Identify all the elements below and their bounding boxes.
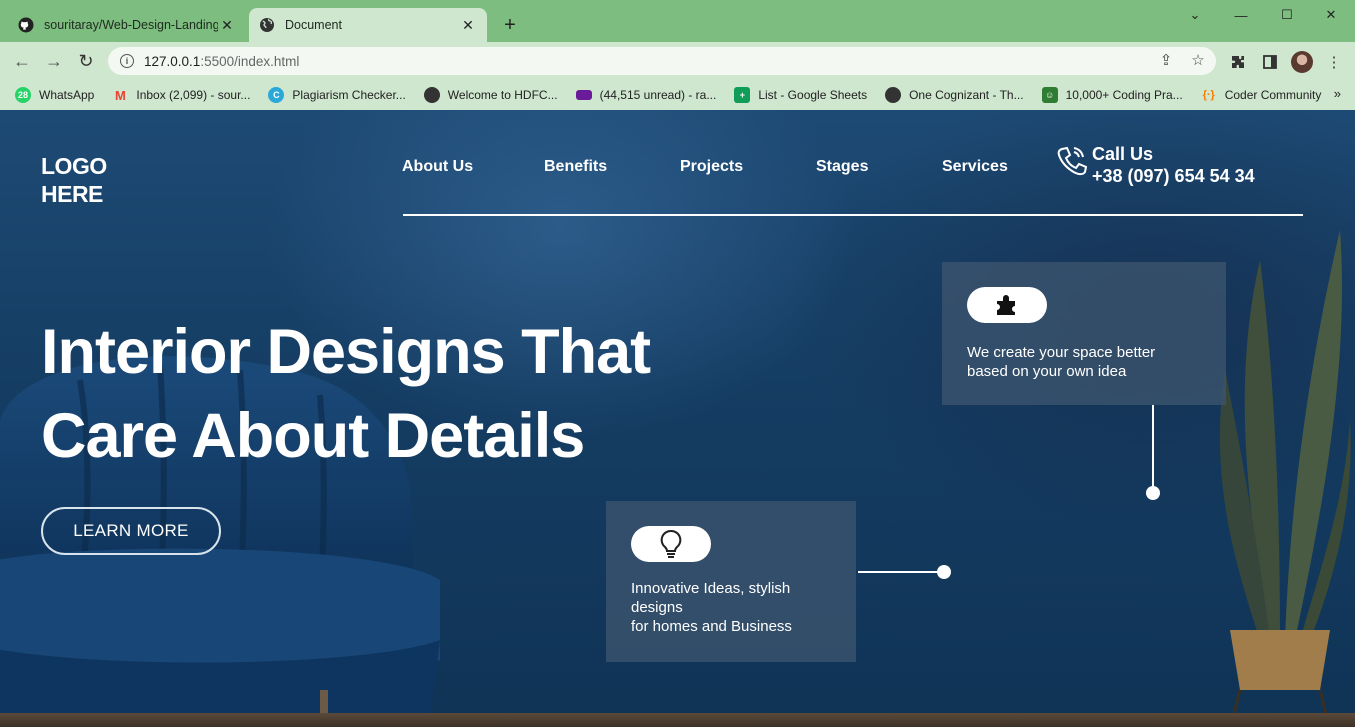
hero-title-line-1: Interior Designs That [41, 317, 651, 387]
puzzle-icon [967, 287, 1047, 323]
tab-document[interactable]: Document ✕ [249, 8, 487, 42]
bookmark-cognizant[interactable]: One Cognizant - Th... [885, 87, 1024, 103]
logo-line-1: LOGO [41, 153, 107, 179]
card-text-line: based on your own idea [967, 363, 1127, 380]
whatsapp-icon: 28 [15, 87, 31, 103]
tab-github[interactable]: souritaray/Web-Design-Landing- ✕ [8, 8, 246, 42]
side-panel-icon[interactable] [1259, 51, 1281, 73]
card-text-line: Innovative Ideas, stylish [631, 580, 791, 597]
hero-section: LOGO HERE About Us Benefits Projects Sta… [0, 110, 1355, 727]
bookmark-hdfc[interactable]: Welcome to HDFC... [423, 87, 558, 103]
logo-line-2: HERE [41, 181, 103, 207]
reload-icon[interactable]: ↻ [74, 49, 98, 73]
learn-more-button[interactable]: LEARN MORE [41, 507, 221, 555]
connector-dot [1146, 486, 1160, 500]
main-nav: About Us Benefits Projects Stages Servic… [402, 158, 1032, 176]
address-bar[interactable]: i 127.0.0.1:5500/index.html [108, 47, 1216, 75]
site-info-icon[interactable]: i [120, 54, 134, 68]
close-icon[interactable]: ✕ [218, 16, 236, 34]
new-tab-button[interactable]: + [498, 14, 522, 38]
menu-icon[interactable]: ⋮ [1323, 51, 1345, 73]
bookmark-label: 10,000+ Coding Pra... [1065, 88, 1183, 102]
lightbulb-icon [631, 526, 711, 562]
share-icon[interactable]: ⇪ [1155, 49, 1177, 71]
nav-services[interactable]: Services [942, 158, 1032, 176]
minimize-icon[interactable]: — [1218, 4, 1264, 26]
nav-projects[interactable]: Projects [680, 158, 816, 176]
bookmark-coding[interactable]: ☺ 10,000+ Coding Pra... [1041, 87, 1183, 103]
card-text: We create your space better based on you… [967, 343, 1207, 381]
connector-line-vertical [1152, 405, 1154, 493]
card-text: Innovative Ideas, stylish designs for ho… [631, 579, 831, 636]
bookmark-label: (44,515 unread) - ra... [599, 88, 717, 102]
bookmark-label: Plagiarism Checker... [292, 88, 406, 102]
browser-toolbar: ← → ↻ i 127.0.0.1:5500/index.html ⇪ ☆ ⋮ [0, 42, 1355, 80]
bookmark-sheets[interactable]: + List - Google Sheets [734, 87, 867, 103]
phone-icon [1057, 146, 1088, 176]
bookmark-star-icon[interactable]: ☆ [1187, 49, 1209, 71]
globe-icon [885, 87, 902, 103]
close-icon[interactable]: ✕ [459, 16, 477, 34]
bookmark-label: Inbox (2,099) - sour... [136, 88, 251, 102]
nav-stages[interactable]: Stages [816, 158, 942, 176]
url-host: 127.0.0.1 [144, 53, 201, 69]
nav-underline [403, 214, 1303, 216]
call-us[interactable]: Call Us +38 (097) 654 54 34 [1056, 143, 1255, 187]
url-path: :5500/index.html [200, 53, 300, 69]
connector-dot [937, 565, 951, 579]
bookmark-label: Coder Community [1224, 88, 1322, 102]
tab-search-icon[interactable]: ⌄ [1172, 4, 1218, 26]
extensions-icon[interactable] [1227, 51, 1249, 73]
forward-icon[interactable]: → [42, 49, 66, 73]
bookmark-label: List - Google Sheets [758, 88, 868, 102]
window-close-icon[interactable]: ✕ [1308, 4, 1354, 26]
floor [0, 713, 1355, 727]
more-bookmarks-icon[interactable]: » [1334, 86, 1341, 101]
bookmark-gmail[interactable]: M Inbox (2,099) - sour... [112, 87, 250, 103]
feature-card-idea: We create your space better based on you… [942, 262, 1226, 405]
bookmark-label: One Cognizant - Th... [909, 88, 1024, 102]
connector-line-horizontal [858, 571, 940, 573]
bookmark-coder-community[interactable]: {·} Coder Community [1201, 87, 1322, 103]
phone-number: +38 (097) 654 54 34 [1092, 166, 1255, 186]
site-logo[interactable]: LOGO HERE [41, 152, 107, 208]
profile-avatar[interactable] [1291, 51, 1313, 73]
bookmark-label: WhatsApp [39, 88, 95, 102]
globe-icon [259, 17, 275, 33]
mail-icon [575, 90, 592, 100]
tab-strip: souritaray/Web-Design-Landing- ✕ Documen… [0, 0, 1355, 42]
bookmark-label: Welcome to HDFC... [447, 88, 558, 102]
gmail-icon: M [114, 87, 126, 103]
card-text-line: We create your space better [967, 344, 1156, 361]
nav-about-us[interactable]: About Us [402, 158, 544, 176]
code-icon: {·} [1202, 89, 1215, 101]
tab-title: Document [285, 18, 342, 32]
bookmarks-bar: 28 WhatsApp M Inbox (2,099) - sour... C … [0, 80, 1355, 110]
hero-title-line-2: Care About Details [41, 401, 585, 471]
feature-card-innovation: Innovative Ideas, stylish designs for ho… [606, 501, 856, 662]
maximize-icon[interactable]: ☐ [1264, 4, 1310, 26]
bookmark-whatsapp[interactable]: 28 WhatsApp [15, 87, 94, 103]
globe-icon [423, 87, 440, 103]
bookmark-mail[interactable]: (44,515 unread) - ra... [575, 88, 717, 102]
bookmark-plagiarism[interactable]: C Plagiarism Checker... [268, 87, 406, 103]
sheets-icon: + [734, 87, 751, 103]
github-icon [18, 17, 34, 33]
plagiarism-icon: C [268, 87, 285, 103]
call-label: Call Us [1092, 144, 1154, 164]
card-text-line: for homes and Business [631, 618, 792, 635]
hero-title: Interior Designs That Care About Details [41, 310, 651, 478]
tab-title: souritaray/Web-Design-Landing- [44, 18, 218, 32]
card-text-line: designs [631, 599, 683, 616]
back-icon[interactable]: ← [10, 49, 34, 73]
nav-benefits[interactable]: Benefits [544, 158, 680, 176]
coding-icon: ☺ [1041, 87, 1058, 103]
plant-image [1219, 230, 1351, 727]
